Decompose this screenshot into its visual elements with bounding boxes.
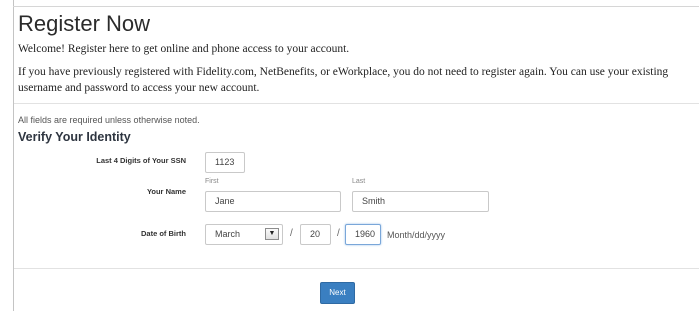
date-separator: /	[337, 228, 340, 239]
existing-user-text-continued: username and password to access your new…	[18, 82, 260, 94]
first-name-label: First	[205, 178, 219, 185]
birth-month-value: March	[215, 229, 241, 239]
birth-month-select[interactable]: March ▼	[205, 224, 283, 245]
page-title: Register Now	[18, 11, 151, 36]
date-separator: /	[290, 228, 293, 239]
section-heading: Verify Your Identity	[18, 130, 131, 144]
existing-user-text: If you have previously registered with F…	[18, 66, 669, 78]
birth-year-input[interactable]: 1960	[345, 224, 381, 245]
last-name-label: Last	[352, 178, 366, 185]
date-of-birth-label: Date of Birth	[141, 229, 186, 238]
ssn-input[interactable]: 1123	[205, 152, 245, 173]
required-fields-note: All fields are required unless otherwise…	[18, 115, 200, 125]
page-frame-top-border	[13, 6, 699, 7]
date-format-hint: Month/dd/yyyy	[387, 230, 446, 240]
last-name-input[interactable]: Smith	[352, 191, 489, 212]
divider	[14, 103, 699, 104]
divider	[14, 268, 699, 269]
chevron-down-icon[interactable]: ▼	[265, 228, 279, 240]
ssn-label: Last 4 Digits of Your SSN	[96, 156, 186, 165]
next-button[interactable]: Next	[320, 282, 355, 304]
page-frame-left-border	[13, 0, 14, 311]
first-name-input[interactable]: Jane	[205, 191, 341, 212]
welcome-text: Welcome! Register here to get online and…	[18, 43, 350, 55]
your-name-label: Your Name	[146, 187, 186, 196]
birth-day-input[interactable]: 20	[300, 224, 331, 245]
